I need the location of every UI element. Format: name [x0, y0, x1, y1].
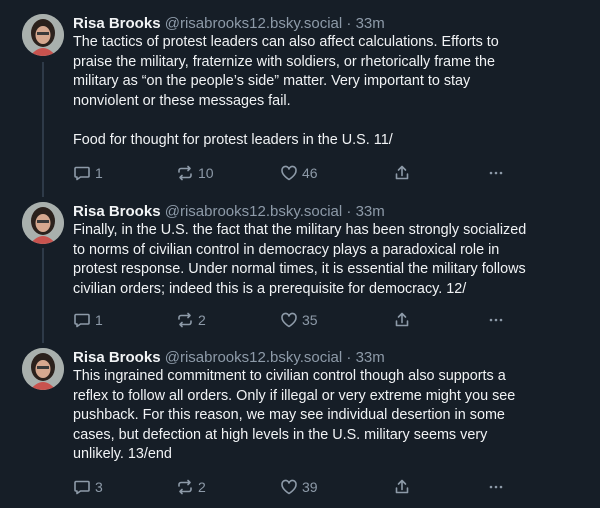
share-icon [393, 311, 411, 329]
post-item[interactable]: Risa Brooks @risabrooks12.bsky.social · … [0, 14, 600, 184]
heart-icon [280, 311, 298, 329]
reply-count: 1 [95, 312, 103, 328]
post-thread: Risa Brooks @risabrooks12.bsky.social · … [0, 0, 600, 508]
repost-button[interactable]: 10 [176, 163, 214, 183]
post-header: Risa Brooks @risabrooks12.bsky.social · … [73, 14, 385, 34]
post-actions: 1 10 46 [73, 163, 533, 183]
share-icon [393, 164, 411, 182]
share-icon [393, 478, 411, 496]
repost-count: 10 [198, 165, 214, 181]
more-options-button[interactable] [487, 310, 505, 330]
author-handle[interactable]: @risabrooks12.bsky.social [165, 349, 343, 366]
repost-count: 2 [198, 479, 206, 495]
separator: · [342, 203, 356, 220]
heart-icon [280, 478, 298, 496]
more-options-button[interactable] [487, 163, 505, 183]
post-paragraph: Finally, in the U.S. the fact that the m… [73, 222, 527, 297]
post-actions: 1 2 35 [73, 310, 533, 330]
post-timestamp[interactable]: 33m [356, 349, 385, 366]
reply-count: 1 [95, 165, 103, 181]
avatar[interactable] [22, 348, 64, 390]
repost-icon [176, 478, 194, 496]
more-options-icon [487, 311, 505, 329]
post-text: Finally, in the U.S. the fact that the m… [73, 221, 573, 299]
post-item[interactable]: Risa Brooks @risabrooks12.bsky.social · … [0, 348, 600, 500]
author-name[interactable]: Risa Brooks [73, 203, 161, 220]
post-text: This ingrained commitment to civilian co… [73, 367, 573, 465]
avatar[interactable] [22, 14, 64, 56]
post-timestamp[interactable]: 33m [356, 15, 385, 32]
repost-icon [176, 164, 194, 182]
repost-button[interactable]: 2 [176, 477, 206, 497]
post-item[interactable]: Risa Brooks @risabrooks12.bsky.social · … [0, 202, 600, 332]
reply-icon [73, 311, 91, 329]
reply-button[interactable]: 1 [73, 310, 103, 330]
reply-button[interactable]: 1 [73, 163, 103, 183]
author-handle[interactable]: @risabrooks12.bsky.social [165, 203, 343, 220]
separator: · [342, 349, 356, 366]
reply-count: 3 [95, 479, 103, 495]
separator: · [342, 15, 356, 32]
share-button[interactable] [393, 310, 411, 330]
repost-button[interactable]: 2 [176, 310, 206, 330]
more-options-icon [487, 478, 505, 496]
reply-icon [73, 478, 91, 496]
author-handle[interactable]: @risabrooks12.bsky.social [165, 15, 343, 32]
post-timestamp[interactable]: 33m [356, 203, 385, 220]
reply-button[interactable]: 3 [73, 477, 103, 497]
more-options-button[interactable] [487, 477, 505, 497]
post-paragraph: This ingrained commitment to civilian co… [73, 368, 516, 463]
like-count: 46 [302, 165, 318, 181]
like-button[interactable]: 35 [280, 310, 318, 330]
like-button[interactable]: 39 [280, 477, 318, 497]
heart-icon [280, 164, 298, 182]
author-name[interactable]: Risa Brooks [73, 15, 161, 32]
like-button[interactable]: 46 [280, 163, 318, 183]
share-button[interactable] [393, 477, 411, 497]
author-name[interactable]: Risa Brooks [73, 349, 161, 366]
repost-icon [176, 311, 194, 329]
post-text: The tactics of protest leaders can also … [73, 33, 573, 151]
like-count: 35 [302, 312, 318, 328]
post-paragraph: Food for thought for protest leaders in … [73, 131, 393, 148]
repost-count: 2 [198, 312, 206, 328]
post-header: Risa Brooks @risabrooks12.bsky.social · … [73, 202, 385, 222]
avatar[interactable] [22, 202, 64, 244]
like-count: 39 [302, 479, 318, 495]
reply-icon [73, 164, 91, 182]
post-paragraph: The tactics of protest leaders can also … [73, 34, 499, 109]
share-button[interactable] [393, 163, 411, 183]
post-header: Risa Brooks @risabrooks12.bsky.social · … [73, 348, 385, 368]
post-actions: 3 2 39 [73, 477, 533, 497]
more-options-icon [487, 164, 505, 182]
